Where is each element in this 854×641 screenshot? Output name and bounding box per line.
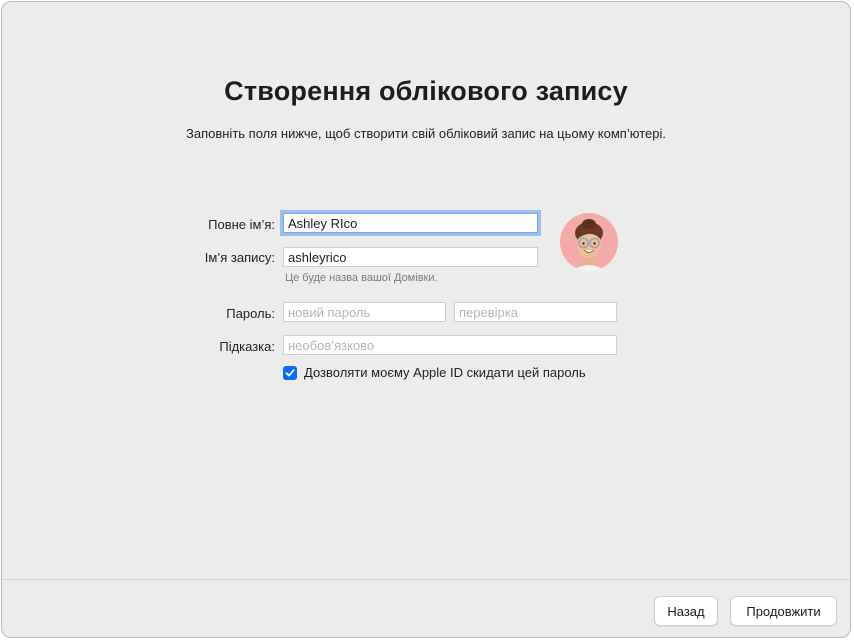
continue-button[interactable]: Продовжити xyxy=(730,596,837,626)
checkmark-icon xyxy=(285,369,295,377)
allow-reset-checkbox[interactable] xyxy=(283,366,297,380)
page-title: Створення облікового запису xyxy=(224,76,628,106)
page-subtitle: Заповніть поля нижче, щоб створити свій … xyxy=(186,126,666,141)
full-name-field[interactable] xyxy=(283,213,538,233)
account-name-hint: Це буде назва вашої Домівки. xyxy=(285,272,438,284)
password-verify-field[interactable] xyxy=(454,302,617,322)
memoji-avatar-icon[interactable] xyxy=(560,213,618,271)
password-hint-field[interactable] xyxy=(283,335,617,355)
password-label: Пароль: xyxy=(226,306,275,321)
back-button[interactable]: Назад xyxy=(654,596,718,626)
setup-window: Створення облікового запису Заповніть по… xyxy=(1,1,851,638)
account-name-label: Ім’я запису: xyxy=(204,250,275,265)
password-hint-label: Підказка: xyxy=(219,339,275,354)
account-name-field[interactable] xyxy=(283,247,538,267)
full-name-label: Повне ім’я: xyxy=(208,217,275,232)
allow-reset-label[interactable]: Дозволяти моєму Apple ID скидати цей пар… xyxy=(304,365,586,380)
password-field[interactable] xyxy=(283,302,446,322)
footer-divider xyxy=(2,579,850,580)
